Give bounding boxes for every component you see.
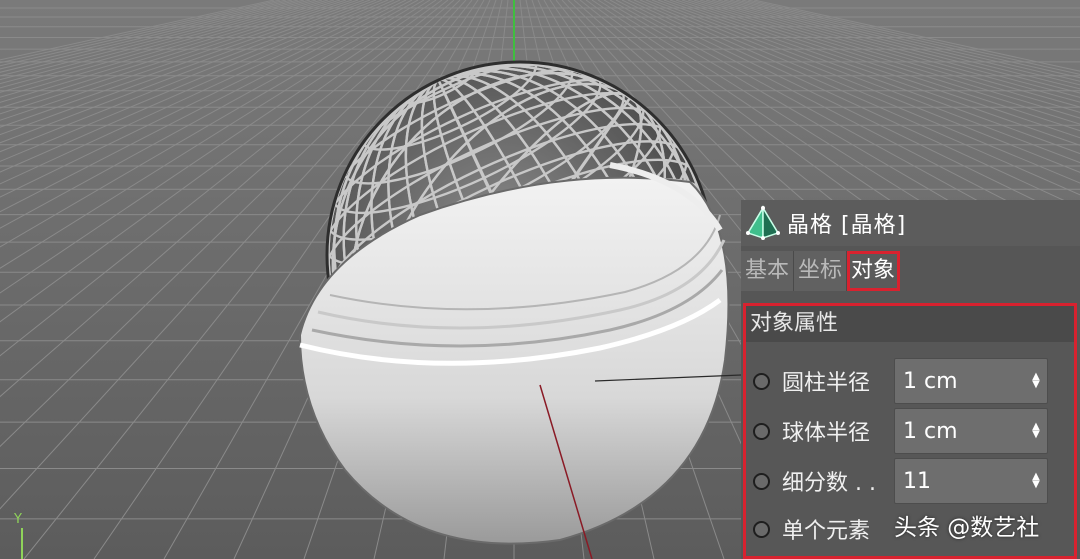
field-value: 11 <box>903 468 931 494</box>
animation-radio[interactable] <box>753 372 770 390</box>
sphere-radius-field[interactable]: 1 cm ▲ ▼ <box>894 408 1048 454</box>
field-value: 1 cm <box>903 418 958 444</box>
property-label: 球体半径 <box>782 421 871 446</box>
spinner-arrows-icon[interactable]: ▲ ▼ <box>1031 372 1041 390</box>
tab-coordinates[interactable]: 坐标 <box>794 251 848 291</box>
object-header: 晶格 [晶格] <box>741 200 1080 246</box>
property-label: 单个元素 <box>782 519 871 544</box>
cylinder-radius-field[interactable]: 1 cm ▲ ▼ <box>894 358 1048 404</box>
property-label: 细分数 . . <box>782 471 876 496</box>
tab-basic[interactable]: 基本 <box>741 251 795 291</box>
spinner-arrows-icon[interactable]: ▲ ▼ <box>1031 422 1041 440</box>
animation-radio[interactable] <box>753 422 770 440</box>
property-row-cylinder-radius: 圆柱半径 1 cm ▲ ▼ <box>746 358 1074 404</box>
tab-bar: 基本 坐标 对象 <box>741 248 1080 294</box>
property-row-subdivision: 细分数 . . 11 ▲ ▼ <box>746 458 1074 504</box>
tab-object[interactable]: 对象 <box>847 251 901 291</box>
attribute-panel: 晶格 [晶格] 基本 坐标 对象 对象属性 圆柱半径 1 cm ▲ ▼ 球体半径 … <box>741 200 1080 559</box>
subdivision-field[interactable]: 11 ▲ ▼ <box>894 458 1048 504</box>
section-title: 对象属性 <box>746 306 1074 342</box>
axis-label-y: Y <box>14 512 22 527</box>
field-value: 1 cm <box>903 368 958 394</box>
lattice-pyramid-icon <box>746 205 780 240</box>
animation-radio[interactable] <box>753 520 770 538</box>
property-row-sphere-radius: 球体半径 1 cm ▲ ▼ <box>746 408 1074 454</box>
animation-radio[interactable] <box>753 472 770 490</box>
watermark: 头条 @数艺社 <box>894 515 1040 541</box>
property-label: 圆柱半径 <box>782 371 871 396</box>
object-title: 晶格 [晶格] <box>787 213 907 238</box>
spinner-arrows-icon[interactable]: ▲ ▼ <box>1031 472 1041 490</box>
